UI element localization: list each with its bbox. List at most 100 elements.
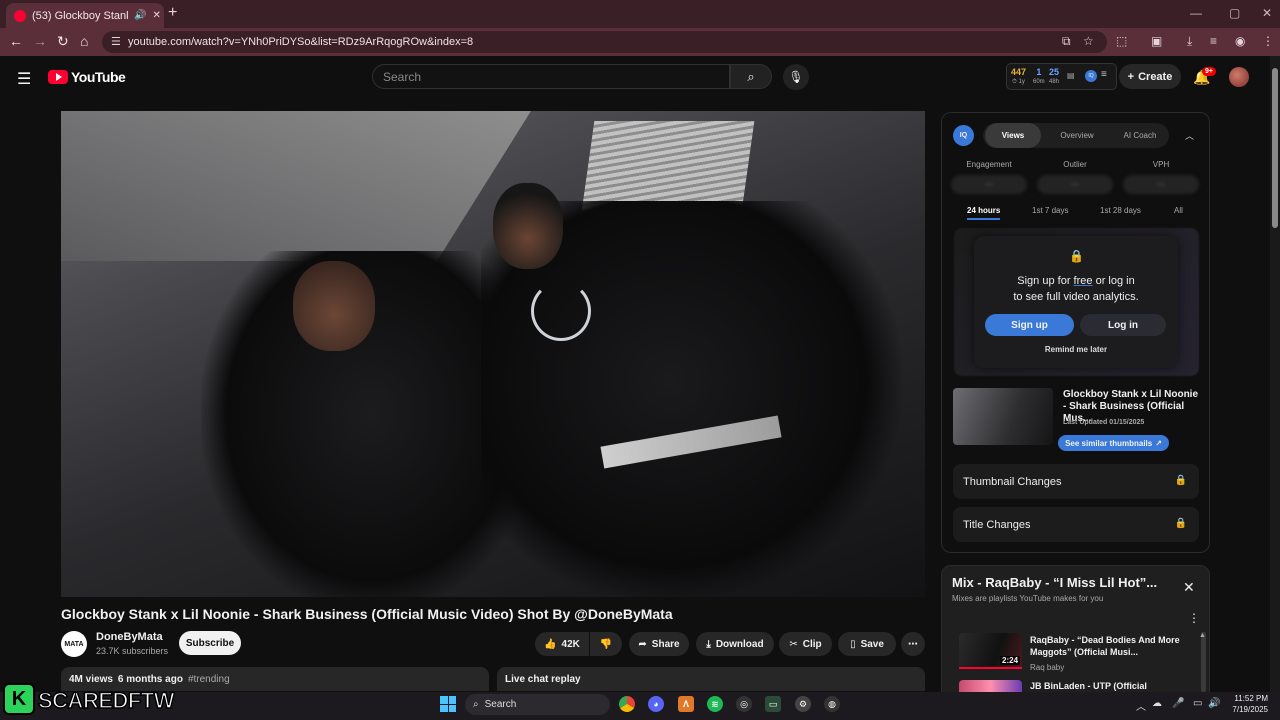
spotify-icon[interactable]: ≋ [707, 696, 723, 712]
log-in-button[interactable]: Log in [1080, 314, 1166, 336]
thumbs-up-icon: 👍 [544, 638, 557, 650]
title-changes-row[interactable]: Title Changes 🔒 [953, 507, 1199, 542]
steam-icon[interactable]: ⚙ [795, 696, 811, 712]
playlist-item-title[interactable]: JB BinLaden - UTP (Official [1030, 681, 1147, 691]
dislike-button[interactable]: 👎 [590, 632, 622, 656]
profile-icon[interactable]: ◉ [1235, 34, 1245, 48]
chrome-icon[interactable] [619, 696, 635, 712]
tray-chevron-icon[interactable]: ︿ [1136, 698, 1146, 713]
clip-button[interactable]: ✂ Clip [779, 632, 832, 656]
more-vertical-icon[interactable]: ⋮ [1188, 611, 1200, 625]
sign-up-button[interactable]: Sign up [985, 314, 1074, 336]
app-icon[interactable]: Λ [678, 696, 694, 712]
reading-list-icon[interactable]: ≡ [1210, 34, 1217, 48]
title-changes-label: Title Changes [963, 518, 1031, 531]
youtube-logo[interactable]: YouTube [48, 69, 126, 85]
tab-close-icon[interactable]: ✕ [152, 10, 160, 21]
range-first-7-days[interactable]: 1st 7 days [1032, 206, 1068, 215]
install-app-icon[interactable]: ⧉ [1062, 34, 1071, 49]
remind-me-later-link[interactable]: Remind me later [974, 345, 1178, 354]
tab-overview[interactable]: Overview [1047, 123, 1107, 148]
thumbnail-preview [953, 388, 1053, 445]
chart-icon[interactable]: ▤ [1067, 71, 1075, 80]
app-icon-notify[interactable]: ◍ [824, 696, 840, 712]
home-icon[interactable]: ⌂ [80, 33, 88, 49]
app-window-icon[interactable]: ▭ [765, 696, 781, 712]
see-similar-thumbnails-button[interactable]: See similar thumbnails ↗ [1058, 435, 1169, 451]
taskbar-search[interactable]: ⌕ Search [465, 694, 610, 715]
network-icon[interactable]: ▭ [1193, 698, 1202, 709]
download-button[interactable]: ⤓ Download [696, 632, 774, 656]
downloads-icon[interactable]: ⤓ [1187, 34, 1192, 49]
window-close-icon[interactable]: ✕ [1262, 6, 1272, 20]
thumbnail-changes-row[interactable]: Thumbnail Changes 🔒 [953, 464, 1199, 499]
discord-icon[interactable]: ◕ [648, 696, 664, 712]
range-24-hours[interactable]: 24 hours [967, 206, 1001, 220]
obs-icon[interactable]: ◎ [736, 696, 752, 712]
signup-message-line2: to see full video analytics. [1013, 291, 1139, 303]
page-scrollbar[interactable] [1270, 56, 1280, 692]
live-chat-replay[interactable]: Live chat replay [497, 667, 925, 691]
vidiq-logo[interactable]: IQ [953, 125, 974, 146]
create-button[interactable]: + Create [1119, 64, 1181, 89]
search-input[interactable]: Search [372, 64, 730, 89]
range-first-28-days[interactable]: 1st 28 days [1100, 206, 1141, 215]
more-actions-button[interactable]: ⋯ [901, 632, 925, 656]
minimize-icon[interactable]: — [1190, 6, 1202, 20]
onedrive-icon[interactable]: ☁ [1152, 698, 1162, 709]
volume-icon[interactable]: 🔊 [1208, 698, 1220, 709]
metric-vph-value: ••• [1123, 175, 1199, 194]
microphone-icon[interactable]: 🎤 [1172, 698, 1184, 709]
free-link[interactable]: free [1074, 275, 1093, 287]
vidiq-stats-widget[interactable]: 447 ⏱ 1y 1 60m 25 48h ▤ IQ ≡ [1006, 63, 1117, 90]
tab-ai-coach[interactable]: AI Coach [1110, 123, 1170, 148]
chevron-up-icon[interactable]: ︿ [1185, 129, 1194, 142]
channel-avatar[interactable]: MATA [61, 631, 87, 657]
list-icon[interactable]: ≡ [1101, 69, 1107, 80]
forward-icon[interactable]: → [33, 33, 47, 49]
save-label: Save [860, 638, 884, 650]
voice-search-button[interactable]: 🎙 [783, 64, 809, 90]
system-clock[interactable]: 11:52 PM 7/19/2025 [1224, 693, 1268, 715]
menu-icon[interactable]: ☰ [17, 69, 31, 89]
back-icon[interactable]: ← [9, 33, 23, 49]
site-info-icon[interactable]: ☰ [111, 35, 121, 48]
hashtag[interactable]: #trending [188, 674, 230, 685]
url-text: youtube.com/watch?v=YNh0PriDYSo&list=RDz… [128, 36, 474, 48]
close-icon[interactable]: ✕ [1183, 579, 1195, 596]
channel-name[interactable]: DoneByMata [96, 631, 163, 643]
download-label: Download [715, 638, 764, 650]
video-player[interactable] [61, 111, 925, 597]
browser-tab-active[interactable]: (53) Glockboy Stank x Lil Noonie 🔊 ✕ [6, 3, 164, 28]
vidiq-icon[interactable]: IQ [1085, 70, 1097, 82]
mix-title[interactable]: Mix - RaqBaby - “I Miss Lil Hot”... [952, 575, 1162, 590]
address-bar[interactable]: ☰ youtube.com/watch?v=YNh0PriDYSo&list=R… [102, 31, 1107, 53]
like-button[interactable]: 👍 42K [535, 632, 589, 656]
avatar[interactable] [1229, 67, 1249, 87]
subscribe-button[interactable]: Subscribe [179, 631, 241, 655]
thumbnail-last-updated: Last Updated 01/15/2025 [1063, 419, 1145, 426]
range-all[interactable]: All [1174, 206, 1183, 215]
save-button[interactable]: ▯ Save [838, 632, 896, 656]
scroll-up-icon[interactable]: ▲ [1199, 632, 1206, 639]
thumbnail-changes-label: Thumbnail Changes [963, 475, 1062, 488]
new-tab-icon[interactable]: + [168, 4, 177, 22]
maximize-icon[interactable]: ▢ [1229, 6, 1240, 20]
share-button[interactable]: ➦ Share [629, 632, 689, 656]
windows-start-icon[interactable] [440, 696, 456, 712]
stat-1: 447 ⏱ 1y [1011, 67, 1027, 85]
search-button[interactable]: ⌕ [730, 64, 772, 89]
tab-views[interactable]: Views [985, 123, 1041, 148]
similar-label: See similar thumbnails [1065, 438, 1153, 448]
playlist-scrollbar[interactable] [1201, 632, 1206, 692]
bookmark-star-icon[interactable]: ☆ [1083, 34, 1094, 48]
sidebar-icon[interactable]: ▣ [1151, 34, 1162, 48]
scrollbar-thumb[interactable] [1272, 68, 1278, 228]
youtube-favicon-icon [14, 9, 26, 22]
reload-icon[interactable]: ↻ [57, 33, 69, 50]
speaker-icon[interactable]: 🔊 [134, 10, 146, 21]
plus-icon: + [1127, 70, 1135, 83]
playlist-item-title[interactable]: RaqBaby - “Dead Bodies And More Maggots”… [1030, 634, 1190, 658]
extensions-icon[interactable]: ⬚ [1116, 34, 1127, 48]
browser-menu-icon[interactable]: ⋮ [1262, 34, 1274, 48]
